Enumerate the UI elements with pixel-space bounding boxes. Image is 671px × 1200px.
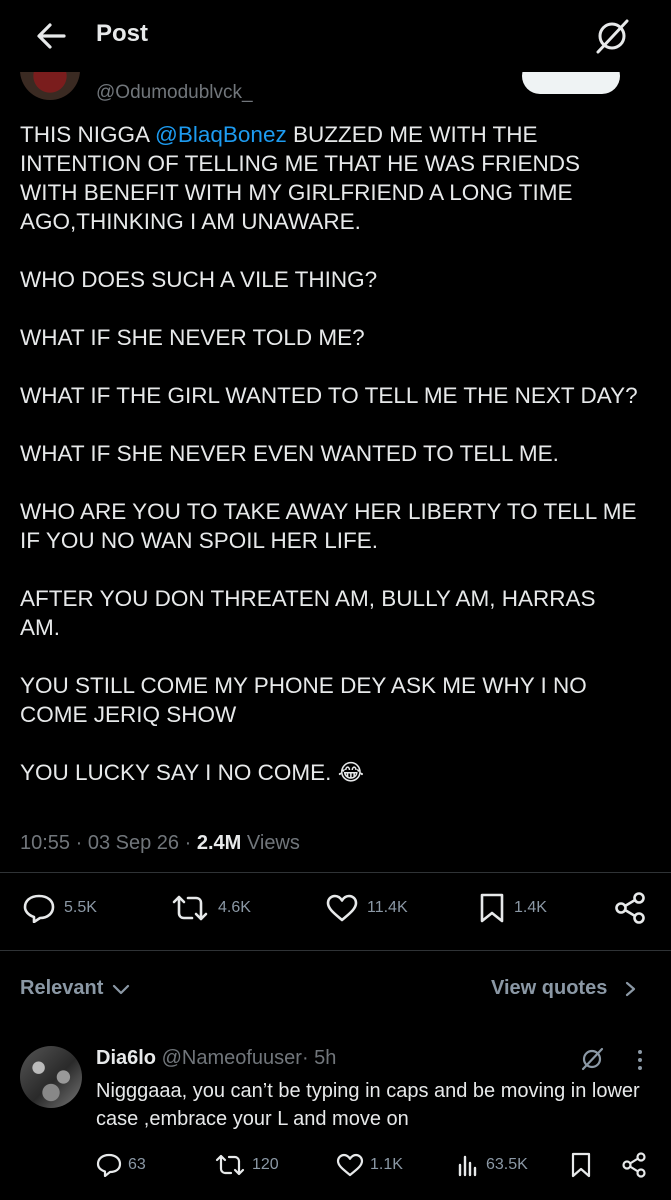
repost-button[interactable]: 4.6K	[170, 892, 251, 924]
repost-icon	[215, 1154, 245, 1176]
like-button[interactable]: 11.4K	[325, 892, 408, 924]
bookmark-icon	[571, 1152, 591, 1178]
grok-slash-icon	[581, 1047, 604, 1071]
arrow-left-icon	[37, 23, 66, 49]
reply-views-count: 63.5K	[486, 1156, 528, 1173]
reply-views-button[interactable]: 63.5K	[456, 1151, 528, 1179]
reply-icon	[23, 894, 55, 923]
tweet-paragraph: WHAT IF SHE NEVER TOLD ME?	[20, 325, 365, 350]
share-icon	[622, 1152, 646, 1178]
heart-icon	[336, 1153, 364, 1177]
view-quotes-link[interactable]: View quotes	[491, 977, 643, 1000]
bookmark-button[interactable]: 1.4K	[478, 892, 547, 924]
reply-button[interactable]: 5.5K	[22, 892, 97, 924]
tweet-text-segment: THIS NIGGA	[20, 122, 156, 147]
reply-more-button[interactable]	[630, 1046, 650, 1074]
back-button[interactable]	[30, 16, 74, 56]
divider	[0, 950, 671, 951]
tweet-paragraph: WHAT IF SHE NEVER EVEN WANTED TO TELL ME…	[20, 441, 559, 466]
sort-dropdown[interactable]: Relevant	[20, 977, 133, 1000]
bookmark-icon	[480, 893, 504, 923]
reply-header: Dia6lo @Nameofuuser· 5h	[96, 1047, 336, 1070]
tweet-paragraph: WHO ARE YOU TO TAKE AWAY HER LIBERTY TO …	[20, 499, 637, 553]
reply-reply-count: 63	[128, 1156, 146, 1173]
reply-like-button[interactable]: 1.1K	[336, 1151, 403, 1179]
view-quotes-label: View quotes	[491, 977, 608, 999]
reply-author-handle[interactable]: @Nameofuuser	[162, 1047, 302, 1069]
reply-icon	[96, 1153, 122, 1177]
tweet-paragraph: THIS NIGGA @BlaqBonez BUZZED ME WITH THE…	[20, 120, 640, 236]
heart-icon	[326, 894, 358, 922]
views-label: Views	[246, 832, 300, 854]
grok-slash-icon	[596, 19, 629, 54]
tweet-date[interactable]: 03 Sep 26	[88, 832, 179, 854]
analytics-icon	[458, 1155, 477, 1177]
tweet-paragraph: YOU STILL COME MY PHONE DEY ASK ME WHY I…	[20, 673, 587, 727]
mention-link[interactable]: @BlaqBonez	[155, 122, 287, 147]
tweet-meta: 10:55 · 03 Sep 26 · 2.4M Views	[20, 832, 300, 855]
reply-count: 5.5K	[64, 899, 97, 916]
tweet-paragraph: AFTER YOU DON THREATEN AM, BULLY AM, HAR…	[20, 586, 596, 640]
bookmark-count: 1.4K	[514, 899, 547, 916]
repost-count: 4.6K	[218, 899, 251, 916]
reply-reply-button[interactable]: 63	[96, 1151, 146, 1179]
reply-repost-count: 120	[252, 1156, 279, 1173]
reply-share-button[interactable]	[620, 1151, 648, 1179]
meta-separator: ·	[75, 832, 83, 854]
grok-button[interactable]	[590, 14, 634, 58]
tweet-paragraph: WHAT IF THE GIRL WANTED TO TELL ME THE N…	[20, 383, 638, 408]
top-bar: Post	[0, 0, 671, 72]
tweet-time[interactable]: 10:55	[20, 832, 70, 854]
reply-bookmark-button[interactable]	[570, 1151, 592, 1179]
reply-like-count: 1.1K	[370, 1156, 403, 1173]
tweet-paragraph: YOU LUCKY SAY I NO COME. 😂	[20, 760, 364, 785]
reply-time: · 5h	[301, 1047, 337, 1069]
chevron-right-icon	[626, 981, 636, 996]
post-page: Post @Odumodublvck_ THIS NIGGA @BlaqBone…	[0, 0, 671, 1200]
meta-separator: ·	[184, 832, 192, 854]
chevron-down-icon	[113, 984, 130, 994]
views-count[interactable]: 2.4M	[197, 832, 241, 854]
page-title: Post	[96, 20, 149, 47]
reply-grok-button[interactable]	[578, 1045, 606, 1073]
repost-icon	[172, 895, 208, 921]
share-icon	[615, 892, 645, 924]
tweet-text: THIS NIGGA @BlaqBonez BUZZED ME WITH THE…	[20, 120, 640, 816]
reply-author-name[interactable]: Dia6lo	[96, 1047, 156, 1069]
tweet-paragraph: WHO DOES SUCH A VILE THING?	[20, 267, 378, 292]
share-button[interactable]	[612, 892, 648, 924]
divider	[0, 872, 671, 873]
author-handle[interactable]: @Odumodublvck_	[96, 82, 253, 104]
reply-repost-button[interactable]: 120	[214, 1151, 279, 1179]
like-count: 11.4K	[367, 899, 408, 916]
sort-label: Relevant	[20, 977, 104, 999]
reply-text: Nigggaaa, you can’t be typing in caps an…	[96, 1080, 640, 1130]
reply-avatar[interactable]	[20, 1046, 82, 1108]
more-vertical-icon	[638, 1050, 642, 1070]
